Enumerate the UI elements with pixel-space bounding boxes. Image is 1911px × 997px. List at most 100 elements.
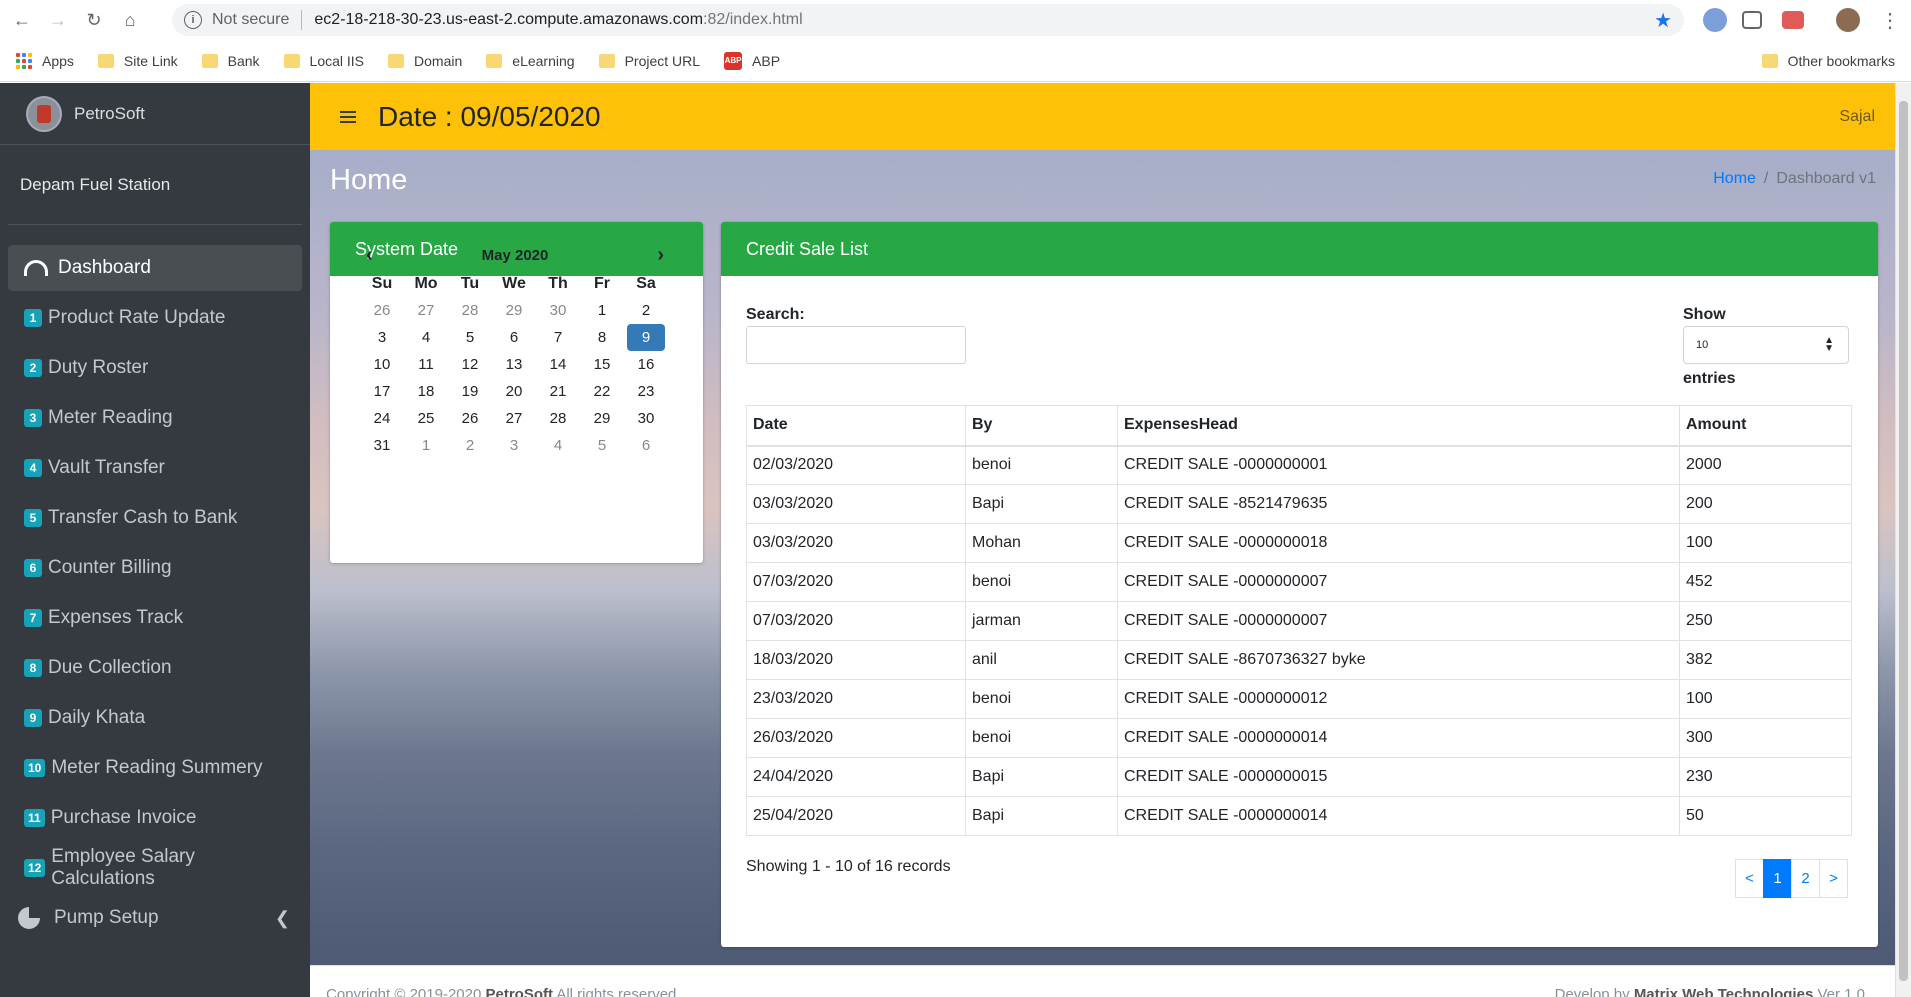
sidebar-item-product-rate-update[interactable]: 1 Product Rate Update bbox=[8, 295, 302, 341]
calendar-day[interactable]: 3 bbox=[492, 432, 536, 459]
bookmark-other[interactable]: Other bookmarks bbox=[1761, 53, 1895, 69]
calendar-day[interactable]: 3 bbox=[360, 324, 404, 351]
page-1-button[interactable]: 1 bbox=[1763, 859, 1792, 898]
calendar-day[interactable]: 18 bbox=[404, 378, 448, 405]
folder-icon bbox=[283, 53, 300, 68]
column-header-expenses-head[interactable]: ExpensesHead bbox=[1117, 405, 1680, 447]
calendar-day[interactable]: 27 bbox=[404, 297, 448, 324]
calendar-day[interactable]: 17 bbox=[360, 378, 404, 405]
forward-icon[interactable]: → bbox=[44, 6, 72, 34]
calendar-day[interactable]: 29 bbox=[492, 297, 536, 324]
extension-icon[interactable] bbox=[1703, 8, 1727, 32]
calendar-day[interactable]: 4 bbox=[536, 432, 580, 459]
calendar-day[interactable]: 2 bbox=[448, 432, 492, 459]
sidebar-item-due-collection[interactable]: 8 Due Collection bbox=[8, 645, 302, 691]
cast-icon[interactable] bbox=[1742, 11, 1762, 29]
sidebar-item-transfer-cash-to-bank[interactable]: 5 Transfer Cash to Bank bbox=[8, 495, 302, 541]
bookmark-domain[interactable]: Domain bbox=[388, 53, 462, 69]
chevron-right-icon[interactable]: › bbox=[657, 244, 664, 267]
sidebar-item-meter-reading-summery[interactable]: 10 Meter Reading Summery bbox=[8, 745, 302, 791]
user-name[interactable]: Sajal bbox=[1839, 108, 1875, 126]
sidebar-item-meter-reading[interactable]: 3 Meter Reading bbox=[8, 395, 302, 441]
menu-icon[interactable]: ⋮ bbox=[1876, 6, 1904, 34]
calendar-day[interactable]: 10 bbox=[360, 351, 404, 378]
calendar-day[interactable]: 7 bbox=[536, 324, 580, 351]
calendar-day[interactable]: 6 bbox=[492, 324, 536, 351]
hamburger-menu-icon[interactable] bbox=[340, 110, 356, 123]
page-scrollbar[interactable] bbox=[1895, 83, 1911, 997]
sidebar-item-daily-khata[interactable]: 9 Daily Khata bbox=[8, 695, 302, 741]
chevron-left-icon[interactable]: ‹ bbox=[366, 244, 373, 267]
page-2-button[interactable]: 2 bbox=[1791, 859, 1820, 898]
calendar-day[interactable]: 5 bbox=[580, 432, 624, 459]
bookmark-abp[interactable]: ABP ABP bbox=[724, 51, 780, 70]
calendar-month-title[interactable]: May 2020 bbox=[482, 247, 549, 264]
calendar-day[interactable]: 5 bbox=[448, 324, 492, 351]
cell-amount: 230 bbox=[1679, 757, 1852, 797]
bookmark-elearning[interactable]: eLearning bbox=[486, 53, 575, 69]
calendar-day[interactable]: 1 bbox=[404, 432, 448, 459]
sidebar-item-counter-billing[interactable]: 6 Counter Billing bbox=[8, 545, 302, 591]
calendar-day[interactable]: 25 bbox=[404, 405, 448, 432]
calendar-day[interactable]: 20 bbox=[492, 378, 536, 405]
brand-link[interactable]: PetroSoft bbox=[0, 83, 310, 145]
notification-icon[interactable] bbox=[1782, 11, 1804, 29]
calendar-day[interactable]: 2 bbox=[624, 297, 668, 324]
sidebar-item-expenses-track[interactable]: 7 Expenses Track bbox=[8, 595, 302, 641]
calendar-day[interactable]: 26 bbox=[360, 297, 404, 324]
sidebar-item-pump-setup[interactable]: Pump Setup ❮ bbox=[8, 895, 302, 941]
bookmark-bank[interactable]: Bank bbox=[201, 53, 260, 69]
calendar-day[interactable]: 21 bbox=[536, 378, 580, 405]
calendar-day[interactable]: 28 bbox=[448, 297, 492, 324]
calendar-day[interactable]: 13 bbox=[492, 351, 536, 378]
calendar-day[interactable]: 14 bbox=[536, 351, 580, 378]
calendar-day[interactable]: 23 bbox=[624, 378, 668, 405]
calendar-day[interactable]: 12 bbox=[448, 351, 492, 378]
calendar-day[interactable]: 29 bbox=[580, 405, 624, 432]
sidebar-item-dashboard[interactable]: Dashboard bbox=[8, 245, 302, 291]
calendar-day[interactable]: 15 bbox=[580, 351, 624, 378]
avatar[interactable] bbox=[1836, 8, 1860, 32]
calendar-day-selected[interactable]: 9 bbox=[627, 324, 665, 351]
table-row: 23/03/2020 benoi CREDIT SALE -0000000012 10… bbox=[746, 679, 1852, 719]
search-input[interactable] bbox=[746, 326, 966, 364]
address-bar[interactable]: i Not secure ec2-18-218-30-23.us-east-2.… bbox=[172, 4, 1684, 36]
calendar-day[interactable]: 30 bbox=[536, 297, 580, 324]
column-header-date[interactable]: Date bbox=[746, 405, 966, 447]
bookmark-star-icon[interactable]: ★ bbox=[1654, 8, 1672, 33]
calendar-day[interactable]: 1 bbox=[580, 297, 624, 324]
bookmark-local-iis[interactable]: Local IIS bbox=[283, 53, 364, 69]
calendar-day[interactable]: 19 bbox=[448, 378, 492, 405]
sidebar-item-employee-salary[interactable]: 12 Employee Salary Calculations bbox=[8, 845, 302, 891]
scrollbar-thumb[interactable] bbox=[1899, 101, 1908, 981]
sidebar-item-vault-transfer[interactable]: 4 Vault Transfer bbox=[8, 445, 302, 491]
calendar-day[interactable]: 28 bbox=[536, 405, 580, 432]
calendar-day[interactable]: 16 bbox=[624, 351, 668, 378]
home-icon[interactable]: ⌂ bbox=[116, 6, 144, 34]
calendar-day[interactable]: 22 bbox=[580, 378, 624, 405]
entries-select[interactable]: 10 ▲ ▼ bbox=[1683, 326, 1849, 364]
calendar-day[interactable]: 30 bbox=[624, 405, 668, 432]
column-header-by[interactable]: By bbox=[965, 405, 1118, 447]
sidebar-item-duty-roster[interactable]: 2 Duty Roster bbox=[8, 345, 302, 391]
calendar-day[interactable]: 26 bbox=[448, 405, 492, 432]
bookmark-site-link[interactable]: Site Link bbox=[97, 53, 178, 69]
calendar-day[interactable]: 24 bbox=[360, 405, 404, 432]
column-header-amount[interactable]: Amount bbox=[1679, 405, 1852, 447]
table-row: 03/03/2020 Bapi CREDIT SALE -8521479635 200 bbox=[746, 484, 1852, 524]
breadcrumb-home-link[interactable]: Home bbox=[1713, 170, 1756, 187]
back-icon[interactable]: ← bbox=[8, 6, 36, 34]
calendar-day[interactable]: 31 bbox=[360, 432, 404, 459]
info-icon[interactable]: i bbox=[184, 11, 202, 29]
page-prev-button[interactable]: < bbox=[1735, 859, 1764, 898]
calendar-day[interactable]: 8 bbox=[580, 324, 624, 351]
calendar-day[interactable]: 11 bbox=[404, 351, 448, 378]
page-next-button[interactable]: > bbox=[1819, 859, 1848, 898]
bookmark-apps[interactable]: Apps bbox=[16, 52, 74, 69]
calendar-day[interactable]: 27 bbox=[492, 405, 536, 432]
reload-icon[interactable]: ↻ bbox=[80, 6, 108, 34]
bookmark-project-url[interactable]: Project URL bbox=[598, 53, 700, 69]
calendar-day[interactable]: 6 bbox=[624, 432, 668, 459]
sidebar-item-purchase-invoice[interactable]: 11 Purchase Invoice bbox=[8, 795, 302, 841]
calendar-day[interactable]: 4 bbox=[404, 324, 448, 351]
